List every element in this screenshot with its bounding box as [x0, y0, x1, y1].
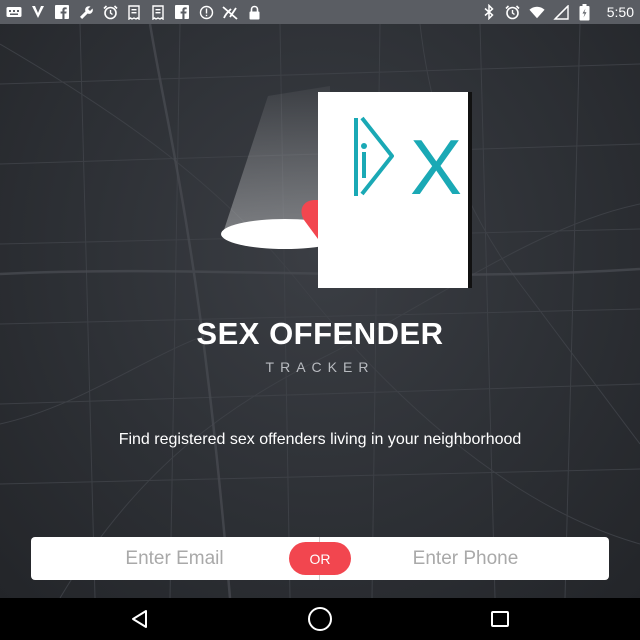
receipt-icon — [150, 4, 166, 20]
recents-button[interactable] — [470, 598, 530, 640]
contact-input-bar: OR — [31, 537, 609, 580]
phone-input[interactable] — [322, 537, 609, 580]
alarm-icon — [102, 4, 118, 20]
ad-logo-text: X — [410, 123, 462, 211]
app-tagline: Find registered sex offenders living in … — [118, 431, 522, 448]
facebook-icon — [54, 4, 70, 20]
v-icon — [30, 4, 46, 20]
keyboard-icon — [6, 4, 22, 20]
receipt-icon — [126, 4, 142, 20]
ad-logo: X — [354, 116, 462, 211]
battery-icon — [577, 3, 593, 20]
info-icon — [198, 4, 214, 20]
email-input[interactable] — [31, 537, 318, 580]
notification-icons — [6, 4, 262, 20]
no-signal-icon — [222, 4, 238, 20]
facebook-icon — [174, 4, 190, 20]
recents-icon — [491, 611, 509, 627]
app-subtitle: TRACKER — [265, 359, 375, 375]
status-time: 5:50 — [606, 4, 634, 20]
app-title: SEX OFFENDER — [196, 316, 444, 351]
wrench-icon — [78, 4, 94, 20]
back-icon — [132, 610, 147, 628]
system-icons: 5:50 — [481, 3, 634, 20]
wifi-icon — [529, 4, 545, 20]
status-bar: 5:50 — [0, 0, 640, 24]
or-badge: OR — [289, 542, 351, 575]
signal-icon — [553, 4, 569, 20]
bluetooth-icon — [481, 4, 497, 20]
home-icon — [308, 607, 332, 631]
back-button[interactable] — [110, 598, 170, 640]
lock-icon — [246, 4, 262, 20]
navigation-bar — [0, 598, 640, 640]
ad-overlay[interactable]: X — [318, 92, 472, 288]
home-button[interactable] — [290, 598, 350, 640]
alarm-icon — [505, 4, 521, 20]
